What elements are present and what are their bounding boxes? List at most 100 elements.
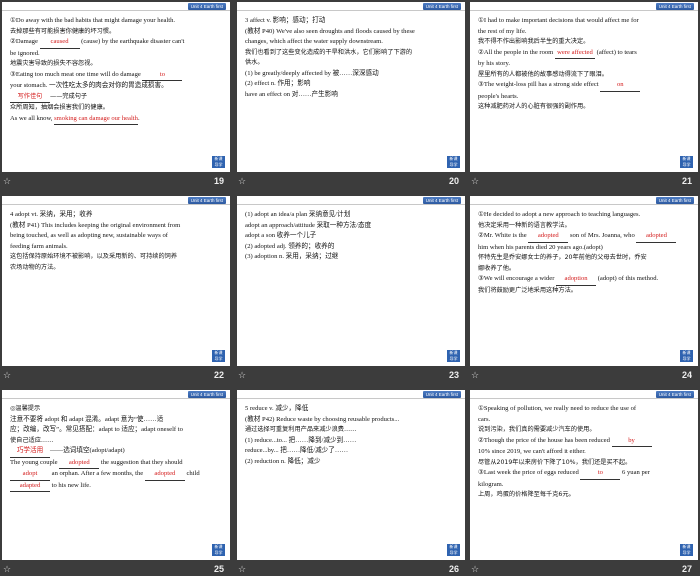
- slide-text-line: 5 reduce v. 减少，降低: [245, 405, 309, 412]
- slide-text-line: 地震灾害导致的损失不容忽视。: [10, 60, 97, 67]
- slide-canvas: Unit 4 Earth first 4 adopt vt. 采纳，采用；收养 (教…: [2, 196, 230, 366]
- slide-footer: ☆ 24: [468, 368, 698, 384]
- star-icon[interactable]: ☆: [3, 177, 11, 187]
- star-icon[interactable]: ☆: [238, 371, 246, 381]
- slide-number: 20: [448, 176, 459, 186]
- slide-footer: ☆ 21: [468, 174, 698, 190]
- slide-thumbnail-21[interactable]: Unit 4 Earth first ①I had to make importa…: [468, 0, 700, 192]
- answer-blank: adoption: [556, 274, 597, 286]
- slide-content: ①Speaking of pollution, we really need t…: [478, 404, 690, 544]
- answer-blank: smoking can damage our health: [54, 114, 138, 125]
- slide-text-line: ①I had to make important decisions that …: [478, 17, 639, 24]
- slide-text-line: 去掉那些有可能损害你健康的坏习惯。: [10, 27, 116, 35]
- slide-header-bar: Unit 4 Earth first: [470, 196, 698, 205]
- slide-text-line: 说到污染，我们真的需要减少汽车的使用。: [478, 426, 596, 433]
- slide-content: ①He decided to adopt a new approach to t…: [478, 210, 690, 350]
- slide-content: (1) adopt an idea/a plan 采纳意见/计划 adopt an…: [245, 210, 457, 350]
- star-icon[interactable]: ☆: [238, 565, 246, 575]
- slide-thumbnail-26[interactable]: Unit 4 Earth first 5 reduce v. 减少，降低 (教材 P…: [235, 388, 468, 576]
- unit-label: Unit 4 Earth first: [422, 391, 461, 398]
- slide-text-line: ③We will encourage a wider adoption (ado…: [478, 274, 690, 286]
- slide-number: 22: [213, 370, 224, 380]
- slide-text-line: (2) effect n. 作用；影响: [245, 80, 311, 87]
- slide-text-line: ◎温馨提示: [10, 405, 41, 412]
- logo-icon: 新课 导学: [680, 350, 693, 362]
- slide-canvas: Unit 4 Earth first ①He decided to adopt a…: [470, 196, 698, 366]
- slide-text-line: 这包括保持原始环境不被影响，以及采用新的、可持续的饲养: [10, 253, 178, 260]
- star-icon[interactable]: ☆: [471, 371, 479, 381]
- slide-text-line: 10% since 2019, we can't afford it eithe…: [478, 448, 586, 455]
- answer-blank: 巧学活用: [10, 446, 50, 458]
- slide-canvas: Unit 4 Earth first 3 affect v. 影响；感动；打动 (教…: [237, 2, 465, 172]
- slide-canvas: Unit 4 Earth first ①Speaking of pollution…: [470, 390, 698, 560]
- slide-number: 25: [213, 564, 224, 574]
- slide-thumbnail-20[interactable]: Unit 4 Earth first 3 affect v. 影响；感动；打动 (教…: [235, 0, 468, 192]
- slide-text-line: (教材 P40) We've also seen droughts and fl…: [245, 27, 415, 35]
- slide-content: 4 adopt vt. 采纳，采用；收养 (教材 P41) This includ…: [10, 210, 222, 350]
- star-icon[interactable]: ☆: [3, 371, 11, 381]
- slide-text-line: 写作佳句 ——完成句子: [10, 92, 222, 103]
- slide-number: 23: [448, 370, 459, 380]
- slide-text-line: changes, which affect the water supply d…: [245, 38, 383, 45]
- slide-number: 21: [681, 176, 692, 186]
- slide-text-line: have an effect on 对……产生影响: [245, 90, 338, 98]
- slide-text-line: ②Damage caused (cause) by the earthquake…: [10, 37, 222, 49]
- logo-icon: 新课 导学: [212, 350, 225, 362]
- slide-number: 27: [681, 564, 692, 574]
- slide-thumbnail-27[interactable]: Unit 4 Earth first ①Speaking of pollution…: [468, 388, 700, 576]
- slide-content: 3 affect v. 影响；感动；打动 (教材 P40) We've also …: [245, 16, 457, 156]
- slide-text-line: 供水。: [245, 59, 264, 66]
- slide-text-line: kilogram.: [478, 480, 504, 488]
- slide-text-line: 尽管从2019年以来房价下降了10%，我们还是买不起。: [478, 458, 632, 466]
- answer-blank: adopted: [59, 458, 100, 469]
- slide-content: ①Do away with the bad habits that might …: [10, 16, 222, 156]
- slide-thumbnail-24[interactable]: Unit 4 Earth first ①He decided to adopt a…: [468, 194, 700, 386]
- slide-canvas: Unit 4 Earth first ①I had to make importa…: [470, 2, 698, 172]
- slide-footer: ☆ 22: [0, 368, 230, 384]
- slide-text-line: 怀特先生是乔安娜女士的养子，20年前他的父母去世时，乔安: [478, 254, 647, 261]
- logo-icon: 新课 导学: [680, 156, 693, 168]
- slide-text-line: 通过选择可重复利用产品来减少浪费……: [245, 426, 357, 433]
- slide-text-line: adopt an approach/attitude 采取一种方法/态度: [245, 221, 372, 229]
- slide-number: 26: [448, 564, 459, 574]
- answer-blank: adopted: [636, 231, 677, 243]
- slide-thumbnail-25[interactable]: Unit 4 Earth first ◎温馨提示 注意不要将 adopt 和 ada…: [0, 388, 233, 576]
- logo-icon: 新课 导学: [212, 544, 225, 556]
- slide-text-line: 娜收养了他。: [478, 264, 516, 272]
- star-icon[interactable]: ☆: [3, 565, 11, 575]
- slide-text-line: 4 adopt vt. 采纳，采用；收养: [10, 211, 93, 218]
- slide-text-line: (教材 P42) Reduce waste by choosing reusab…: [245, 415, 400, 423]
- slide-text-line: 上周，鸡蛋的价格降至每千克6元。: [478, 491, 575, 498]
- slide-text-line: 这种减肥药对人的心脏有很强的副作用。: [478, 103, 590, 110]
- slide-text-line: ①Do away with the bad habits that might …: [10, 17, 176, 24]
- unit-label: Unit 4 Earth first: [655, 3, 694, 10]
- slide-canvas: Unit 4 Earth first (1) adopt an idea/a pl…: [237, 196, 465, 366]
- slide-footer: ☆ 23: [235, 368, 465, 384]
- slide-text-line: (1) reduce...to... 把……降到/减少到……: [245, 436, 357, 444]
- slide-text-line: adopt an orphan. After a few months, the…: [10, 469, 222, 481]
- star-icon[interactable]: ☆: [471, 177, 479, 187]
- slide-text-line: 屋里所有的人都被他的故事感动得流下了眼泪。: [478, 70, 608, 78]
- unit-label: Unit 4 Earth first: [187, 197, 226, 204]
- star-icon[interactable]: ☆: [471, 565, 479, 575]
- slide-text-line: (1) be greatly/deeply affected by 被……深深感…: [245, 69, 379, 77]
- answer-blank: to: [142, 70, 183, 81]
- slide-header-bar: Unit 4 Earth first: [237, 2, 465, 11]
- slide-thumbnail-19[interactable]: Unit 4 Earth first ①Do away with the bad …: [0, 0, 233, 192]
- answer-blank: 写作佳句: [10, 92, 50, 103]
- slide-text-line: 我们也看到了这些变化造成的干旱和洪水，它们影响了下游的: [245, 48, 413, 56]
- slide-header-bar: Unit 4 Earth first: [237, 196, 465, 205]
- answer-blank: adopted: [144, 469, 185, 481]
- star-icon[interactable]: ☆: [238, 177, 246, 187]
- unit-label: Unit 4 Earth first: [187, 3, 226, 10]
- slide-text-line: 注意不要将 adopt 和 adapt 混淆。adapt 意为“使……适: [10, 415, 164, 423]
- slide-canvas: Unit 4 Earth first ◎温馨提示 注意不要将 adopt 和 ada…: [2, 390, 230, 560]
- slide-text-line: ②Mr. White is the adopted son of Mrs. Jo…: [478, 231, 690, 243]
- slide-thumbnail-22[interactable]: Unit 4 Earth first 4 adopt vt. 采纳，采用；收养 (教…: [0, 194, 233, 386]
- slide-number: 24: [681, 370, 692, 380]
- slide-text-line: feeding farm animals.: [10, 242, 68, 250]
- slide-thumbnail-23[interactable]: Unit 4 Earth first (1) adopt an idea/a pl…: [235, 194, 468, 386]
- slide-header-bar: Unit 4 Earth first: [237, 390, 465, 399]
- slide-text-line: ③The weight-loss pill has a strong side …: [478, 80, 690, 92]
- logo-icon: 新课 导学: [680, 544, 693, 556]
